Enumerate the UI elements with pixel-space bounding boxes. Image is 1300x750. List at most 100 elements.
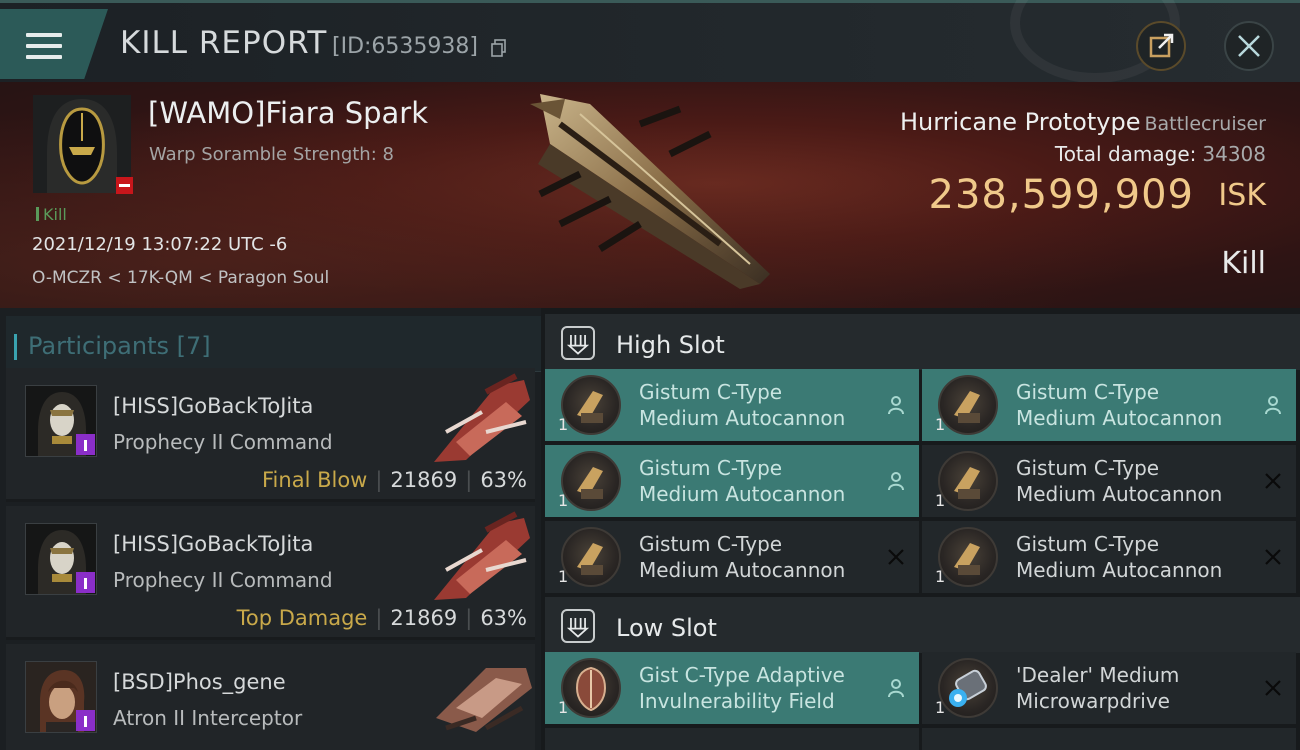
module-name: Gistum C-Type Medium Autocannon bbox=[1016, 532, 1223, 582]
kill-tag: Kill bbox=[36, 205, 67, 224]
module-quantity: 1 bbox=[935, 698, 946, 717]
invulnerability-field-icon bbox=[561, 658, 621, 718]
isk-value: 238,599,909 bbox=[928, 172, 1194, 218]
module-quantity: 1 bbox=[558, 698, 569, 717]
close-button[interactable] bbox=[1224, 21, 1274, 71]
corp-badge bbox=[76, 572, 95, 593]
top-bar: KILL REPORT [ID:6535938] bbox=[0, 0, 1300, 83]
autocannon-icon bbox=[938, 375, 998, 435]
victim-name[interactable]: [WAMO]Fiara Spark bbox=[148, 96, 428, 130]
module-quantity: 1 bbox=[558, 491, 569, 510]
autocannon-icon bbox=[561, 527, 621, 587]
autocannon-icon bbox=[561, 375, 621, 435]
participant-damage: 21869 bbox=[390, 606, 458, 630]
participants-title: Participants [7] bbox=[14, 332, 211, 360]
module-slot[interactable]: 1 'Dealer' Medium Microwarpdrive bbox=[922, 652, 1296, 724]
module-slot[interactable] bbox=[545, 728, 919, 750]
high-slot-header: High Slot bbox=[545, 314, 1300, 370]
participant-name[interactable]: [HISS]GoBackToJita bbox=[113, 532, 313, 556]
autocannon-icon bbox=[561, 451, 621, 511]
page-title: KILL REPORT bbox=[120, 25, 328, 61]
share-button[interactable] bbox=[1136, 21, 1186, 71]
participant-name[interactable]: [HISS]GoBackToJita bbox=[113, 394, 313, 418]
participants-header: Participants [7] bbox=[6, 316, 541, 372]
participant-name[interactable]: [BSD]Phos_gene bbox=[113, 670, 286, 694]
destroyed-x-icon bbox=[1265, 473, 1281, 489]
ship-class: Battlecruiser bbox=[1144, 113, 1266, 135]
security-status-badge bbox=[116, 177, 133, 194]
total-damage-label: Total damage: bbox=[1054, 142, 1197, 166]
ship-type-name: Hurricane Prototype bbox=[899, 108, 1141, 136]
participant-percent: 63% bbox=[480, 468, 527, 492]
module-slot[interactable]: 1 Gistum C-Type Medium Autocannon bbox=[545, 445, 919, 517]
module-slot[interactable]: 1 Gistum C-Type Medium Autocannon bbox=[545, 521, 919, 593]
fittings-panel: High Slot 1 Gistum C-Type Medium Autocann… bbox=[541, 308, 1300, 750]
module-slot[interactable] bbox=[922, 728, 1296, 750]
participant-ship-image[interactable] bbox=[426, 648, 538, 744]
module-quantity: 1 bbox=[558, 567, 569, 586]
high-slot-icon bbox=[561, 326, 595, 360]
fitted-person-icon bbox=[1265, 396, 1281, 415]
module-slot[interactable]: 1 Gistum C-Type Medium Autocannon bbox=[545, 369, 919, 441]
participant-ship: Prophecy II Command bbox=[113, 430, 333, 454]
low-slot-title: Low Slot bbox=[616, 614, 717, 642]
participant-ship-image[interactable] bbox=[426, 372, 538, 468]
participant-ship-image[interactable] bbox=[426, 510, 538, 606]
module-name: Gistum C-Type Medium Autocannon bbox=[639, 456, 846, 506]
participant-label: Top Damage bbox=[236, 606, 368, 630]
participant-stats: Final Blow | 21869 | 63% bbox=[262, 468, 527, 492]
warp-scramble-strength: Warp Soramble Strength: 8 bbox=[149, 144, 394, 165]
fitted-person-icon bbox=[888, 679, 904, 698]
module-name: Gist C-Type Adaptive Invulnerability Fiel… bbox=[639, 663, 845, 713]
module-slot[interactable]: 1 Gistum C-Type Medium Autocannon bbox=[922, 369, 1296, 441]
module-name: Gistum C-Type Medium Autocannon bbox=[1016, 456, 1223, 506]
participant-ship: Atron II Interceptor bbox=[113, 706, 303, 730]
close-icon bbox=[1238, 35, 1260, 57]
victim-ship-name[interactable]: Hurricane Prototype Battlecruiser bbox=[900, 108, 1266, 136]
participants-panel: Participants [7] [HISS]GoBackToJita Prop… bbox=[0, 308, 541, 750]
module-name: Gistum C-Type Medium Autocannon bbox=[639, 532, 846, 582]
kill-timestamp: 2021/12/19 13:07:22 UTC -6 bbox=[32, 234, 288, 255]
fitted-person-icon bbox=[888, 396, 904, 415]
report-id: [ID:6535938] bbox=[332, 34, 478, 59]
kill-location[interactable]: O-MCZR < 17K-QM < Paragon Soul bbox=[32, 268, 329, 288]
module-name: 'Dealer' Medium Microwarpdrive bbox=[1016, 663, 1180, 713]
module-name: Gistum C-Type Medium Autocannon bbox=[639, 380, 846, 430]
module-quantity: 1 bbox=[558, 415, 569, 434]
destroyed-x-icon bbox=[1265, 680, 1281, 696]
hamburger-menu-icon bbox=[26, 33, 62, 59]
microwarpdrive-icon bbox=[938, 658, 998, 718]
menu-button[interactable] bbox=[0, 9, 108, 79]
isk-unit: ISK bbox=[1218, 178, 1266, 213]
kill-summary: [WAMO]Fiara Spark Warp Soramble Strength… bbox=[0, 82, 1300, 308]
fitted-person-icon bbox=[888, 472, 904, 491]
high-slot-title: High Slot bbox=[616, 331, 725, 359]
module-quantity: 1 bbox=[935, 567, 946, 586]
module-slot[interactable]: 1 Gistum C-Type Medium Autocannon bbox=[922, 521, 1296, 593]
participant-row[interactable]: [BSD]Phos_gene Atron II Interceptor bbox=[6, 644, 535, 750]
participant-row[interactable]: [HISS]GoBackToJita Prophecy II Command T… bbox=[6, 506, 535, 640]
destroyed-x-icon bbox=[1265, 549, 1281, 565]
total-damage: Total damage: 34308 bbox=[1055, 142, 1266, 166]
victim-ship-image[interactable] bbox=[520, 84, 790, 294]
participant-percent: 63% bbox=[480, 606, 527, 630]
participant-stats: Top Damage | 21869 | 63% bbox=[236, 606, 527, 630]
low-slot-header: Low Slot bbox=[545, 597, 1300, 653]
corp-badge bbox=[76, 710, 95, 731]
module-quantity: 1 bbox=[935, 491, 946, 510]
low-slot-icon bbox=[561, 609, 595, 643]
destroyed-x-icon bbox=[888, 549, 904, 565]
participant-label: Final Blow bbox=[262, 468, 368, 492]
participant-row[interactable]: [HISS]GoBackToJita Prophecy II Command F… bbox=[6, 368, 535, 502]
participant-ship: Prophecy II Command bbox=[113, 568, 333, 592]
participant-damage: 21869 bbox=[390, 468, 458, 492]
module-slot[interactable]: 1 Gistum C-Type Medium Autocannon bbox=[922, 445, 1296, 517]
autocannon-icon bbox=[938, 451, 998, 511]
total-damage-value: 34308 bbox=[1202, 142, 1266, 166]
module-slot[interactable]: 1 Gist C-Type Adaptive Invulnerability Fi… bbox=[545, 652, 919, 724]
module-quantity: 1 bbox=[935, 415, 946, 434]
module-name: Gistum C-Type Medium Autocannon bbox=[1016, 380, 1223, 430]
copy-icon[interactable] bbox=[491, 39, 507, 57]
autocannon-icon bbox=[938, 527, 998, 587]
corp-badge bbox=[76, 434, 95, 455]
